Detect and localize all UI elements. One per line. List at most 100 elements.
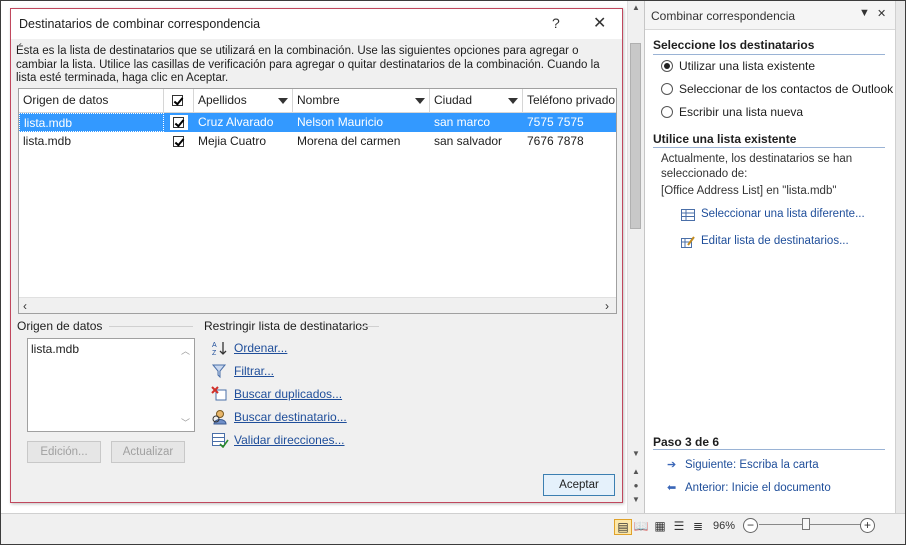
select-list-icon (681, 209, 695, 221)
arrow-left-icon: ⬅ (667, 482, 677, 494)
right-edge-strip (895, 1, 905, 513)
web-layout-view-icon[interactable]: ▦ (652, 519, 668, 533)
zoom-slider-track[interactable] (759, 524, 861, 525)
cell-checkbox[interactable] (170, 115, 188, 130)
radio-button[interactable] (661, 83, 673, 95)
radio-outlook-contacts[interactable]: Seleccionar de los contactos de Outlook (661, 80, 893, 98)
zoom-level[interactable]: 96% (713, 520, 735, 532)
next-step-link[interactable]: ➔ Siguiente: Escriba la carta (667, 458, 819, 472)
zoom-in-icon[interactable]: + (860, 518, 875, 533)
dialog-titlebar[interactable]: Destinatarios de combinar correspondenci… (11, 9, 622, 39)
edit-list-icon (681, 236, 695, 248)
find-recipient-icon (212, 410, 227, 425)
cell-ciudad: san marco (434, 115, 491, 129)
filter-action[interactable]: Filtrar... (211, 363, 274, 379)
column-label: Teléfono privado (527, 93, 616, 107)
row-checkbox[interactable] (173, 136, 184, 148)
sort-action[interactable]: A Z Ordenar... (211, 340, 287, 356)
row-checkbox[interactable] (173, 117, 184, 129)
help-icon[interactable]: ? (552, 15, 560, 31)
validate-addresses-action[interactable]: Validar direcciones... (211, 432, 345, 448)
column-header-nombre[interactable]: Nombre (293, 89, 430, 112)
recipients-table[interactable]: Origen de datos Apellidos Nombre Ciudad (18, 88, 617, 314)
column-header-telefono[interactable]: Teléfono privado (523, 89, 616, 112)
select-different-list-link[interactable]: Seleccionar una lista diferente... (701, 208, 865, 220)
ok-button[interactable]: Aceptar (543, 474, 615, 496)
zoom-out-icon[interactable]: − (743, 518, 758, 533)
mail-merge-recipients-dialog: Destinatarios de combinar correspondenci… (10, 8, 623, 503)
table-horizontal-scrollbar[interactable]: ‹ › (19, 297, 616, 313)
task-pane-title: Combinar correspondencia (651, 9, 796, 23)
select-all-checkbox[interactable] (172, 95, 183, 107)
refine-group-label: Restringir lista de destinatarios (204, 319, 369, 333)
scroll-down-icon: ﹀ (181, 418, 191, 428)
edit-button[interactable]: Edición... (27, 441, 101, 463)
sort-link[interactable]: Ordenar... (234, 341, 287, 355)
radio-button-selected[interactable] (661, 60, 673, 72)
radio-label: Seleccionar de los contactos de Outlook (679, 82, 894, 96)
section-select-recipients: Seleccione los destinatarios (653, 38, 815, 52)
dialog-title: Destinatarios de combinar correspondenci… (19, 17, 261, 31)
next-page-icon[interactable]: ▼ (628, 495, 644, 504)
close-icon[interactable]: ✕ (593, 13, 606, 33)
radio-label: Utilizar una lista existente (679, 59, 816, 73)
column-label: Apellidos (198, 93, 247, 107)
table-row[interactable]: lista.mdb Cruz Alvarado Nelson Mauricio … (19, 113, 616, 132)
draft-view-icon[interactable]: ≣ (690, 519, 706, 533)
cell-checkbox[interactable] (170, 134, 188, 149)
find-recipient-link[interactable]: Buscar destinatario... (234, 410, 347, 424)
task-pane-options-icon[interactable]: ▼ (859, 7, 870, 19)
validate-addresses-icon (212, 433, 229, 448)
section-divider (653, 147, 885, 148)
column-header-ciudad[interactable]: Ciudad (430, 89, 523, 112)
current-source-description: Actualmente, los destinatarios se han se… (661, 153, 853, 180)
zoom-slider-thumb[interactable] (802, 518, 810, 530)
previous-step-label[interactable]: Anterior: Inicie el documento (685, 482, 831, 494)
scroll-right-icon[interactable]: › (605, 299, 609, 313)
select-browse-object-icon[interactable]: ● (628, 481, 644, 490)
current-source-value: [Office Address List] en "lista.mdb" (661, 185, 837, 197)
find-duplicates-link[interactable]: Buscar duplicados... (234, 387, 342, 401)
cell-telefono: 7575 7575 (527, 115, 584, 129)
data-source-list[interactable]: lista.mdb ︿ ﹀ (27, 338, 195, 432)
next-step-label[interactable]: Siguiente: Escriba la carta (685, 459, 819, 471)
column-header-origen[interactable]: Origen de datos (19, 89, 164, 112)
column-header-apellidos[interactable]: Apellidos (194, 89, 293, 112)
group-divider (359, 326, 379, 327)
full-screen-reading-view-icon[interactable]: 📖 (633, 519, 649, 533)
task-pane-close-icon[interactable]: ✕ (877, 7, 886, 20)
validate-addresses-link[interactable]: Validar direcciones... (234, 433, 345, 447)
cell-ciudad: san salvador (434, 134, 503, 148)
list-item[interactable]: lista.mdb (31, 342, 79, 356)
radio-button[interactable] (661, 106, 673, 118)
refresh-button[interactable]: Actualizar (111, 441, 185, 463)
radio-label: Escribir una lista nueva (679, 105, 804, 119)
list-scrollbar: ︿ ﹀ (179, 340, 193, 430)
dropdown-arrow-icon[interactable] (415, 98, 425, 104)
table-row[interactable]: lista.mdb Mejia Cuatro Morena del carmen… (19, 132, 616, 151)
radio-use-existing-list[interactable]: Utilizar una lista existente (661, 57, 815, 75)
sort-icon: A Z (212, 342, 227, 356)
dropdown-arrow-icon[interactable] (278, 98, 288, 104)
cell-nombre: Morena del carmen (297, 134, 401, 148)
previous-page-icon[interactable]: ▲ (628, 467, 644, 476)
find-duplicates-action[interactable]: Buscar duplicados... (211, 386, 342, 402)
column-header-checkbox[interactable] (164, 89, 194, 112)
find-duplicates-icon (211, 386, 227, 401)
scroll-left-icon[interactable]: ‹ (23, 299, 27, 313)
outline-view-icon[interactable]: ☰ (671, 519, 687, 533)
edit-recipient-list-link[interactable]: Editar lista de destinatarios... (701, 235, 849, 247)
dropdown-arrow-icon[interactable] (508, 98, 518, 104)
scroll-thumb[interactable] (630, 43, 641, 229)
previous-step-link[interactable]: ⬅ Anterior: Inicie el documento (667, 481, 831, 495)
find-recipient-action[interactable]: Buscar destinatario... (211, 409, 347, 425)
print-layout-view-icon[interactable]: ▤ (614, 519, 632, 535)
radio-new-list[interactable]: Escribir una lista nueva (661, 103, 803, 121)
arrow-right-icon: ➔ (667, 459, 677, 471)
document-vertical-scrollbar[interactable]: ▲ ▼ ▲ ● ▼ (627, 1, 644, 513)
scroll-down-icon[interactable]: ▼ (628, 449, 644, 458)
scroll-up-icon[interactable]: ▲ (628, 3, 644, 12)
filter-link[interactable]: Filtrar... (234, 364, 274, 378)
svg-text:A: A (212, 342, 217, 349)
mail-merge-task-pane: Combinar correspondencia ▼ ✕ Seleccione … (644, 1, 895, 513)
